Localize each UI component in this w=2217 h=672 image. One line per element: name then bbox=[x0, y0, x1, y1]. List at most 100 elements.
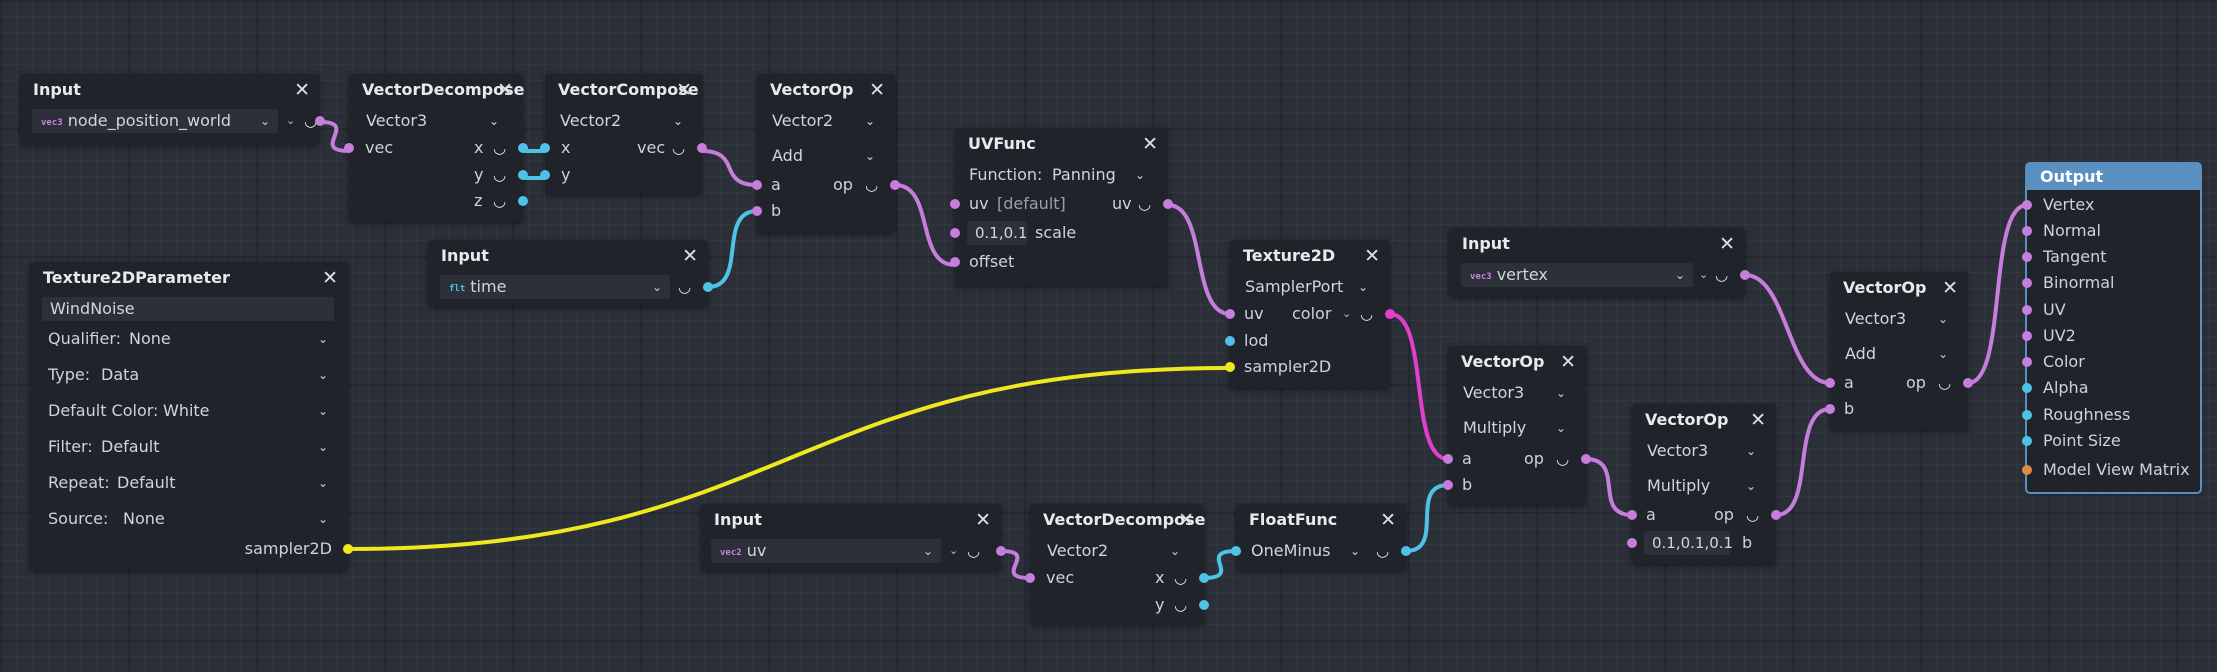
input-port-normal[interactable] bbox=[2022, 226, 2032, 236]
output-port-uv[interactable] bbox=[1163, 199, 1173, 209]
chevron-down-icon[interactable]: ⌄ bbox=[949, 538, 958, 564]
close-icon[interactable]: ✕ bbox=[682, 240, 698, 272]
chevron-down-icon[interactable]: ⌄ bbox=[1699, 262, 1708, 288]
node-title[interactable]: Input ✕ bbox=[20, 74, 320, 106]
input-port-vec[interactable] bbox=[1025, 573, 1035, 583]
default-color-select[interactable]: White ⌄ bbox=[154, 399, 336, 423]
output-port-x[interactable] bbox=[518, 143, 528, 153]
uv-func-node[interactable]: UVFunc ✕ Function: Panning ⌄ uv [default] uv ◡… bbox=[950, 128, 1173, 286]
node-title[interactable]: Input ✕ bbox=[1449, 228, 1745, 260]
input-port-a[interactable] bbox=[1825, 378, 1835, 388]
node-title[interactable]: VectorOp ✕ bbox=[1448, 346, 1586, 378]
input-port-vec[interactable] bbox=[344, 143, 354, 153]
input-port-x[interactable] bbox=[540, 143, 550, 153]
output-port[interactable] bbox=[1740, 270, 1750, 280]
input-port-tangent[interactable] bbox=[2022, 252, 2032, 262]
type-select[interactable]: Vector3 ⌄ bbox=[1638, 439, 1764, 463]
texture2d-parameter-node[interactable]: Texture2DParameter ✕ WindNoise Qualifier:… bbox=[30, 262, 353, 570]
close-icon[interactable]: ✕ bbox=[676, 74, 692, 106]
preview-cup-icon[interactable]: ◡ bbox=[1360, 301, 1373, 327]
node-title[interactable]: Texture2D ✕ bbox=[1230, 240, 1390, 272]
close-icon[interactable]: ✕ bbox=[294, 74, 310, 106]
type-select[interactable]: Vector3 ⌄ bbox=[357, 109, 507, 133]
input-port-sampler2d[interactable] bbox=[1225, 362, 1235, 372]
type-select[interactable]: Vector2 ⌄ bbox=[551, 109, 691, 133]
input-port-vertex[interactable] bbox=[2022, 200, 2032, 210]
input-port-alpha[interactable] bbox=[2022, 383, 2032, 393]
scale-value-field[interactable]: 0.1,0.1 bbox=[967, 221, 1027, 245]
node-title[interactable]: VectorOp ✕ bbox=[757, 74, 895, 106]
output-port-op[interactable] bbox=[1581, 454, 1591, 464]
preview-cup-icon[interactable]: ◡ bbox=[1376, 538, 1389, 564]
chevron-down-icon[interactable]: ⌄ bbox=[286, 108, 295, 134]
type-select[interactable]: Vector3 ⌄ bbox=[1454, 381, 1574, 405]
input-port-binormal[interactable] bbox=[2022, 278, 2032, 288]
output-port-y[interactable] bbox=[518, 170, 528, 180]
output-node[interactable]: Output Vertex Normal Tangent Binormal UV… bbox=[2022, 162, 2202, 494]
input-port-uv[interactable] bbox=[1225, 309, 1235, 319]
input-port-point-size[interactable] bbox=[2022, 436, 2032, 446]
preview-cup-icon[interactable]: ◡ bbox=[1556, 446, 1569, 472]
close-icon[interactable]: ✕ bbox=[1178, 504, 1194, 536]
source-select[interactable]: SamplerPort ⌄ bbox=[1236, 275, 1376, 299]
output-port-sampler2d[interactable] bbox=[343, 544, 353, 554]
node-title[interactable]: VectorDecompose ✕ bbox=[1030, 504, 1205, 536]
type-select[interactable]: Vector2 ⌄ bbox=[1038, 539, 1188, 563]
close-icon[interactable]: ✕ bbox=[1380, 504, 1396, 536]
preview-cup-icon[interactable]: ◡ bbox=[493, 162, 506, 188]
texture2d-node[interactable]: Texture2D ✕ SamplerPort ⌄ uv color ⌄ ◡ lod sa… bbox=[1225, 240, 1395, 388]
preview-cup-icon[interactable]: ◡ bbox=[493, 188, 506, 214]
input-port-roughness[interactable] bbox=[2022, 410, 2032, 420]
close-icon[interactable]: ✕ bbox=[1750, 404, 1766, 436]
input-select[interactable]: vec3 node_position_world ⌄ bbox=[32, 109, 278, 133]
input-port-lod[interactable] bbox=[1225, 336, 1235, 346]
type-select[interactable]: Vector3 ⌄ bbox=[1836, 307, 1956, 331]
input-node-uv[interactable]: Input ✕ vec2 uv ⌄ ⌄ ◡ bbox=[701, 504, 1006, 570]
output-port-x[interactable] bbox=[1199, 573, 1209, 583]
preview-cup-icon[interactable]: ◡ bbox=[1138, 191, 1151, 217]
operation-select[interactable]: Add ⌄ bbox=[1836, 342, 1956, 366]
type-select[interactable]: Vector2 ⌄ bbox=[763, 109, 883, 133]
output-port-color[interactable] bbox=[1385, 309, 1395, 319]
function-select[interactable]: OneMinus ⌄ bbox=[1242, 539, 1368, 563]
input-port-a[interactable] bbox=[752, 180, 762, 190]
node-title[interactable]: VectorOp ✕ bbox=[1632, 404, 1776, 436]
close-icon[interactable]: ✕ bbox=[869, 74, 885, 106]
input-node-time[interactable]: Input ✕ flt time ⌄ ◡ bbox=[428, 240, 713, 306]
output-port[interactable] bbox=[996, 546, 1006, 556]
output-port-op[interactable] bbox=[1771, 510, 1781, 520]
function-select[interactable]: Panning ⌄ bbox=[1043, 163, 1153, 187]
output-port-op[interactable] bbox=[890, 180, 900, 190]
output-port-op[interactable] bbox=[1963, 378, 1973, 388]
input-port[interactable] bbox=[1231, 546, 1241, 556]
input-select[interactable]: vec3 vertex ⌄ bbox=[1461, 263, 1693, 287]
input-port-offset[interactable] bbox=[950, 257, 960, 267]
vector-decompose-node[interactable]: VectorDecompose ✕ Vector3 ⌄ vec x ◡ y ◡ z ◡ bbox=[344, 74, 528, 222]
input-node-vertex[interactable]: Input ✕ vec3 vertex ⌄ ⌄ ◡ bbox=[1449, 228, 1750, 296]
preview-cup-icon[interactable]: ◡ bbox=[967, 538, 980, 564]
input-port-b[interactable] bbox=[1825, 404, 1835, 414]
input-port-a[interactable] bbox=[1443, 454, 1453, 464]
node-title[interactable]: Input ✕ bbox=[701, 504, 1001, 536]
input-node-position[interactable]: Input ✕ vec3 node_position_world ⌄ ⌄ ◡ bbox=[20, 74, 325, 144]
close-icon[interactable]: ✕ bbox=[1942, 272, 1958, 304]
input-port-uv[interactable] bbox=[2022, 305, 2032, 315]
input-port-uv[interactable] bbox=[950, 199, 960, 209]
close-icon[interactable]: ✕ bbox=[1560, 346, 1576, 378]
operation-select[interactable]: Multiply ⌄ bbox=[1638, 474, 1764, 498]
output-port-z[interactable] bbox=[518, 196, 528, 206]
preview-cup-icon[interactable]: ◡ bbox=[1174, 592, 1187, 618]
filter-select[interactable]: Default ⌄ bbox=[92, 435, 336, 459]
node-title[interactable]: UVFunc ✕ bbox=[955, 128, 1168, 160]
parameter-name-field[interactable]: WindNoise bbox=[42, 297, 334, 321]
preview-cup-icon[interactable]: ◡ bbox=[865, 172, 878, 198]
vector-compose-node[interactable]: VectorCompose ✕ Vector2 ⌄ x vec ◡ y bbox=[540, 74, 707, 194]
repeat-select[interactable]: Default ⌄ bbox=[108, 471, 336, 495]
preview-cup-icon[interactable]: ◡ bbox=[672, 135, 685, 161]
output-port[interactable] bbox=[703, 282, 713, 292]
type-select[interactable]: Data ⌄ bbox=[92, 363, 336, 387]
vector-op-node-add-vec2[interactable]: VectorOp ✕ Vector2 ⌄ Add ⌄ a op ◡ b bbox=[752, 74, 900, 232]
output-port[interactable] bbox=[1401, 546, 1411, 556]
node-title[interactable]: Input ✕ bbox=[428, 240, 708, 272]
input-select[interactable]: vec2 uv ⌄ bbox=[711, 539, 941, 563]
